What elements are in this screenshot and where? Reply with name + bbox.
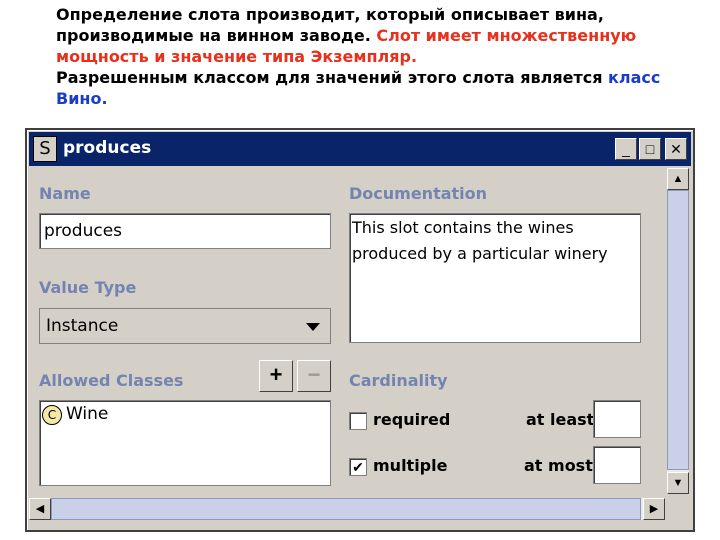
at-most-label: at most — [524, 456, 593, 475]
allowed-classes-label: Allowed Classes — [39, 371, 184, 390]
slot-icon: S — [33, 136, 57, 162]
chevron-down-icon — [306, 323, 320, 331]
value-type-select[interactable]: Instance — [39, 308, 331, 344]
paragraph-1: Определение слота производит, который оп… — [6, 4, 714, 67]
slot-window: S produces _ □ ✕ Name produces Value Typ… — [25, 128, 695, 532]
required-label: required — [373, 410, 451, 429]
scroll-up-button[interactable]: ▲ — [667, 168, 689, 190]
documentation-line-1: This slot contains the wines — [352, 218, 574, 237]
value-type-label: Value Type — [39, 278, 137, 297]
name-value: produces — [44, 221, 123, 241]
add-class-button[interactable]: + — [259, 360, 293, 392]
window-title: produces — [63, 138, 152, 158]
documentation-label: Documentation — [349, 184, 488, 203]
class-name: Wine — [66, 404, 109, 424]
allowed-classes-list: C Wine — [39, 400, 331, 486]
scroll-down-button[interactable]: ▼ — [667, 472, 689, 494]
paragraph-2: Разрешенным классом для значений этого с… — [6, 67, 714, 109]
at-most-input[interactable] — [593, 446, 641, 484]
list-item[interactable]: C Wine — [40, 403, 140, 427]
documentation-line-2: produced by a particular winery — [352, 244, 608, 263]
horizontal-scrollbar[interactable]: ◀ ▶ — [29, 498, 665, 520]
close-button[interactable]: ✕ — [665, 138, 687, 160]
multiple-checkbox[interactable]: ✔ — [349, 458, 367, 476]
scroll-right-button[interactable]: ▶ — [643, 498, 665, 520]
vertical-scroll-thumb[interactable] — [667, 190, 689, 470]
title-bar[interactable]: S produces _ □ ✕ — [29, 132, 691, 166]
form-content: Name produces Value Type Instance Allowe… — [29, 168, 665, 494]
documentation-textarea[interactable]: This slot contains the wines produced by… — [349, 213, 641, 343]
at-least-label: at least — [526, 410, 595, 429]
remove-class-button[interactable]: − — [297, 360, 331, 392]
vertical-scrollbar[interactable]: ▲ ▼ — [667, 168, 689, 494]
name-input[interactable]: produces — [39, 213, 331, 249]
multiple-label: multiple — [373, 456, 448, 475]
required-checkbox[interactable] — [349, 412, 367, 430]
cardinality-label: Cardinality — [349, 371, 448, 390]
slide-text: Определение слота производит, который оп… — [6, 4, 714, 109]
horizontal-scroll-thumb[interactable] — [51, 498, 641, 520]
paragraph-2-text: Разрешенным классом для значений этого с… — [56, 68, 609, 87]
value-type-value: Instance — [46, 316, 119, 336]
at-least-input[interactable] — [593, 400, 641, 438]
name-label: Name — [39, 184, 91, 203]
minimize-button[interactable]: _ — [615, 138, 637, 160]
scroll-corner — [667, 498, 689, 520]
scroll-left-button[interactable]: ◀ — [29, 498, 51, 520]
maximize-button[interactable]: □ — [639, 138, 661, 160]
class-icon: C — [42, 405, 62, 425]
